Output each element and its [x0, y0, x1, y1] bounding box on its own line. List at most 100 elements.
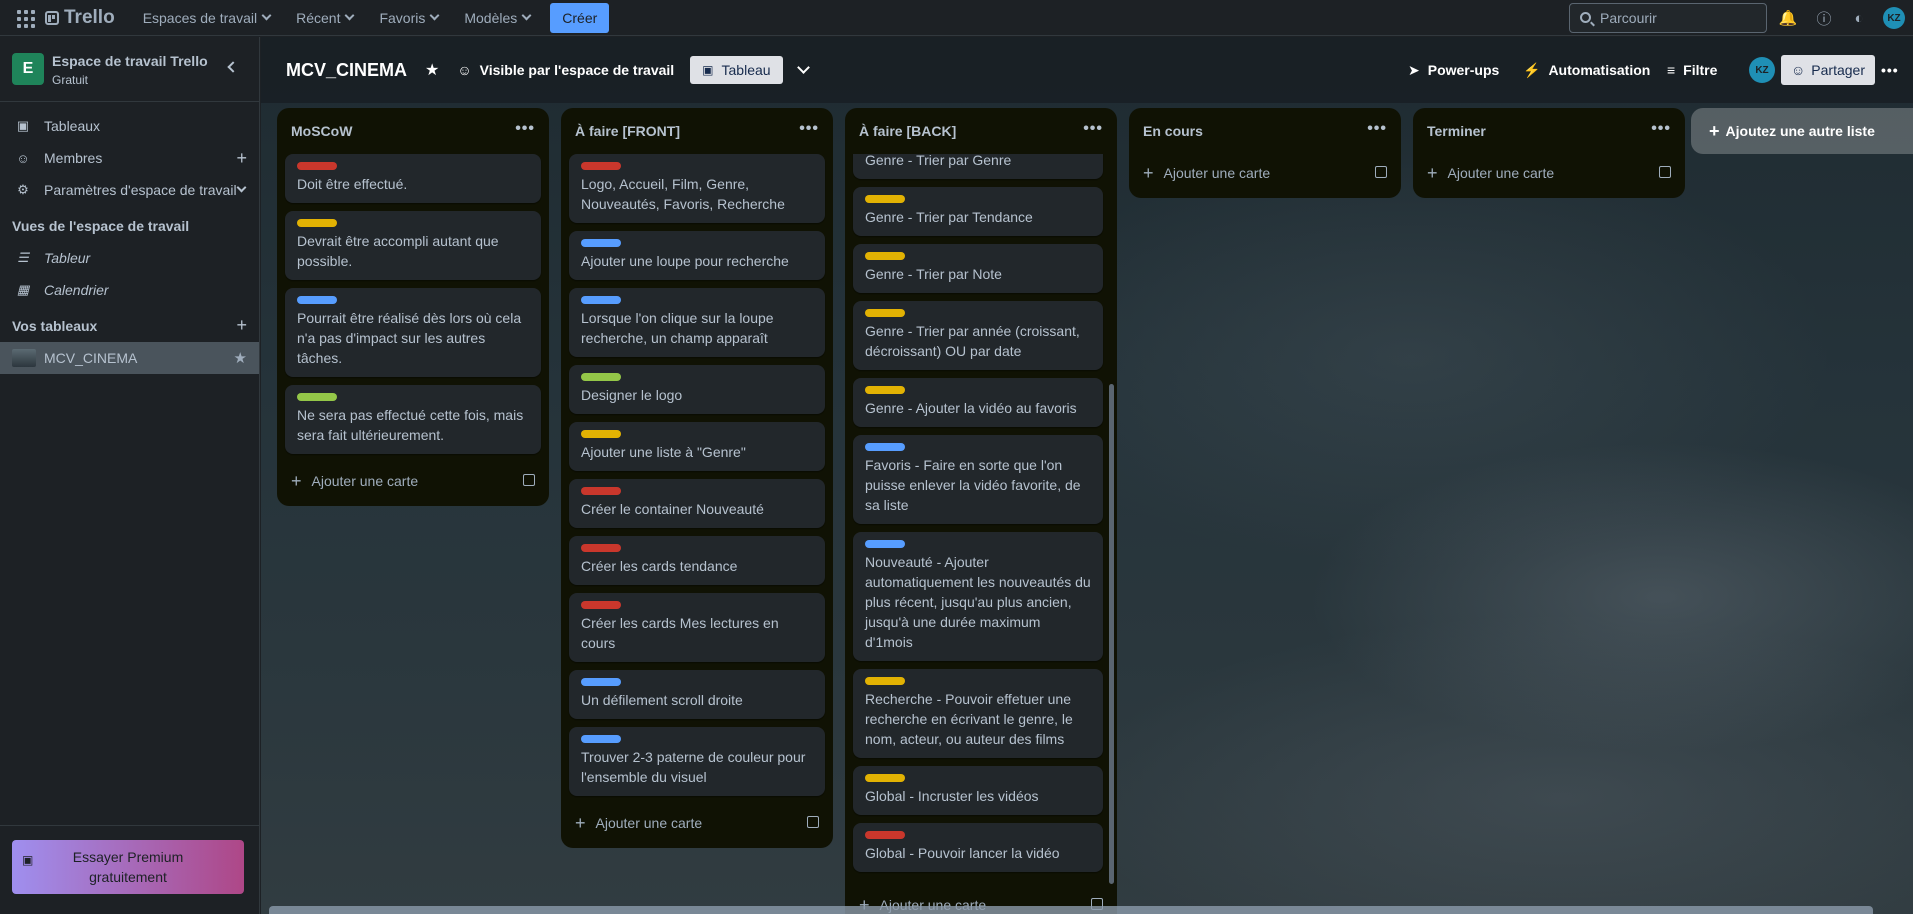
- card[interactable]: Genre - Trier par Note: [853, 244, 1103, 293]
- menu-templates[interactable]: Modèles: [454, 4, 540, 32]
- card[interactable]: Logo, Accueil, Film, Genre, Nouveautés, …: [569, 154, 825, 223]
- sidebar-item-boards[interactable]: ▣ Tableaux: [0, 110, 259, 142]
- sidebar-item-calendar-view[interactable]: ▦ Calendrier: [0, 274, 259, 306]
- card[interactable]: Ajouter une liste à "Genre": [569, 422, 825, 471]
- label-yellow[interactable]: [865, 774, 905, 782]
- label-red[interactable]: [297, 162, 337, 170]
- list-header[interactable]: En cours •••: [1129, 108, 1401, 154]
- card[interactable]: Recherche - Pouvoir effetuer une recherc…: [853, 669, 1103, 758]
- label-yellow[interactable]: [865, 309, 905, 317]
- list-title[interactable]: En cours: [1143, 123, 1203, 139]
- horizontal-scrollbar[interactable]: [269, 906, 1873, 914]
- add-card-button[interactable]: + Ajouter une carte: [1413, 154, 1685, 192]
- menu-workspaces[interactable]: Espaces de travail: [133, 4, 280, 32]
- card[interactable]: Un défilement scroll droite: [569, 670, 825, 719]
- card-template-icon[interactable]: [807, 816, 819, 828]
- theme-toggle-icon[interactable]: ◐: [1847, 6, 1871, 30]
- list-menu-icon[interactable]: •••: [1367, 120, 1387, 138]
- list-title[interactable]: À faire [FRONT]: [575, 123, 680, 139]
- list-scrollbar[interactable]: [1109, 384, 1114, 884]
- card[interactable]: Nouveauté - Ajouter automatiquement les …: [853, 532, 1103, 661]
- label-blue[interactable]: [581, 735, 621, 743]
- board-title[interactable]: MCV_CINEMA: [286, 60, 407, 81]
- list-menu-icon[interactable]: •••: [799, 120, 819, 138]
- card-template-icon[interactable]: [1659, 166, 1671, 178]
- label-blue[interactable]: [581, 678, 621, 686]
- card[interactable]: Genre - Trier par Genre: [853, 154, 1103, 179]
- help-icon[interactable]: ⓘ: [1812, 6, 1836, 30]
- board-menu-icon[interactable]: •••: [1881, 37, 1899, 103]
- star-icon[interactable]: ★: [425, 60, 439, 80]
- card-template-icon[interactable]: [523, 474, 535, 486]
- add-card-button[interactable]: + Ajouter une carte: [561, 804, 833, 842]
- card[interactable]: Genre - Trier par Tendance: [853, 187, 1103, 236]
- sidebar-item-table-view[interactable]: ☰ Tableur: [0, 242, 259, 274]
- list-header[interactable]: À faire [FRONT] •••: [561, 108, 833, 154]
- label-yellow[interactable]: [297, 219, 337, 227]
- label-blue[interactable]: [865, 540, 905, 548]
- card[interactable]: Ne sera pas effectué cette fois, mais se…: [285, 385, 541, 454]
- list-menu-icon[interactable]: •••: [1083, 120, 1103, 138]
- label-blue[interactable]: [581, 239, 621, 247]
- card[interactable]: Lorsque l'on clique sur la loupe recherc…: [569, 288, 825, 357]
- app-switcher-icon[interactable]: [15, 8, 35, 28]
- card[interactable]: Genre - Ajouter la vidéo au favoris: [853, 378, 1103, 427]
- label-yellow[interactable]: [865, 252, 905, 260]
- share-button[interactable]: ☺ Partager: [1781, 55, 1875, 85]
- card[interactable]: Doit être effectué.: [285, 154, 541, 203]
- list-header[interactable]: Terminer •••: [1413, 108, 1685, 154]
- card[interactable]: Global - Pouvoir lancer la vidéo: [853, 823, 1103, 872]
- label-blue[interactable]: [581, 296, 621, 304]
- search-input[interactable]: Parcourir: [1569, 3, 1767, 33]
- label-red[interactable]: [581, 487, 621, 495]
- add-card-button[interactable]: + Ajouter une carte: [1129, 154, 1401, 192]
- workspace-badge[interactable]: E: [12, 53, 44, 85]
- collapse-sidebar-icon[interactable]: [227, 61, 239, 73]
- create-button[interactable]: Créer: [550, 2, 610, 33]
- add-list-button[interactable]: + Ajoutez une autre liste: [1691, 108, 1913, 154]
- label-red[interactable]: [865, 831, 905, 839]
- card[interactable]: Genre - Trier par année (croissant, décr…: [853, 301, 1103, 370]
- list-menu-icon[interactable]: •••: [515, 120, 535, 138]
- list-title[interactable]: À faire [BACK]: [859, 123, 956, 139]
- card[interactable]: Ajouter une loupe pour recherche: [569, 231, 825, 280]
- card[interactable]: Créer les cards Mes lectures en cours: [569, 593, 825, 662]
- label-yellow[interactable]: [865, 386, 905, 394]
- tab-board-view[interactable]: ▣ Tableau: [690, 56, 783, 84]
- card[interactable]: Créer les cards tendance: [569, 536, 825, 585]
- list-scroll-area[interactable]: Genre - Trier par Genre Genre - Trier pa…: [845, 154, 1117, 886]
- label-yellow[interactable]: [581, 430, 621, 438]
- card[interactable]: Pourrait être réalisé dès lors où cela n…: [285, 288, 541, 377]
- add-member-icon[interactable]: +: [236, 148, 247, 169]
- menu-recent[interactable]: Récent: [286, 4, 363, 32]
- try-premium-button[interactable]: ▣ Essayer Premium gratuitement: [12, 840, 244, 894]
- card[interactable]: Designer le logo: [569, 365, 825, 414]
- label-red[interactable]: [581, 544, 621, 552]
- label-blue[interactable]: [865, 443, 905, 451]
- card[interactable]: Créer le container Nouveauté: [569, 479, 825, 528]
- menu-starred[interactable]: Favoris: [369, 4, 448, 32]
- card[interactable]: Devrait être accompli autant que possibl…: [285, 211, 541, 280]
- card-template-icon[interactable]: [1375, 166, 1387, 178]
- label-red[interactable]: [581, 162, 621, 170]
- list-header[interactable]: MoSCoW •••: [277, 108, 549, 154]
- label-red[interactable]: [581, 601, 621, 609]
- sidebar-item-settings[interactable]: ⚙ Paramètres d'espace de travail: [0, 174, 259, 206]
- card[interactable]: Global - Incruster les vidéos: [853, 766, 1103, 815]
- sidebar-board-mcv-cinema[interactable]: MCV_CINEMA ★: [0, 342, 259, 374]
- chevron-down-icon[interactable]: [796, 61, 810, 74]
- add-card-button[interactable]: + Ajouter une carte: [277, 462, 549, 500]
- star-icon[interactable]: ★: [234, 349, 247, 367]
- account-avatar[interactable]: KZ: [1882, 6, 1906, 30]
- list-menu-icon[interactable]: •••: [1651, 120, 1671, 138]
- notifications-icon[interactable]: 🔔: [1776, 6, 1800, 30]
- sidebar-item-members[interactable]: ☺ Membres +: [0, 142, 259, 174]
- filter-button[interactable]: ≡ Filtre: [1667, 37, 1717, 103]
- label-green[interactable]: [297, 393, 337, 401]
- visibility-button[interactable]: ☺ Visible par l'espace de travail: [457, 62, 674, 78]
- label-green[interactable]: [581, 373, 621, 381]
- board-member-avatar[interactable]: KZ: [1749, 37, 1775, 103]
- add-board-icon[interactable]: +: [236, 315, 247, 336]
- label-yellow[interactable]: [865, 195, 905, 203]
- automation-button[interactable]: ⚡ Automatisation: [1523, 37, 1650, 103]
